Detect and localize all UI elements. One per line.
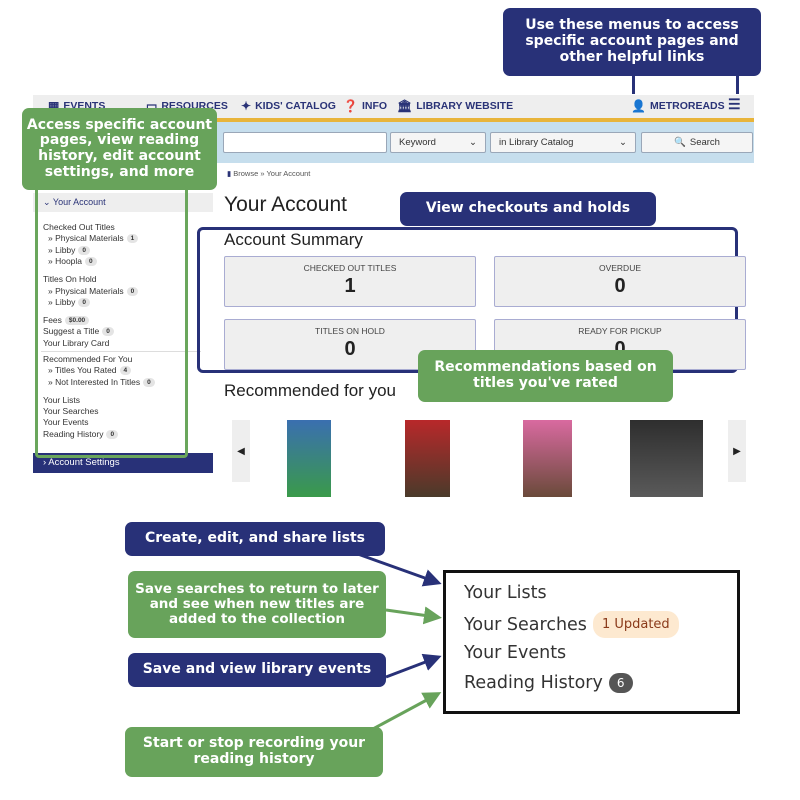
arrow-lists bbox=[354, 551, 442, 587]
zoom-your-events[interactable]: Your Events bbox=[464, 643, 566, 663]
history-count-badge: 6 bbox=[608, 673, 633, 693]
arrow-searches bbox=[385, 606, 442, 625]
zoom-reading-history[interactable]: Reading History 6 bbox=[464, 673, 633, 693]
zoomed-account-links: Your Lists Your Searches 1 Updated Your E… bbox=[443, 570, 740, 714]
arrow-history bbox=[357, 692, 442, 739]
zoom-your-lists[interactable]: Your Lists bbox=[464, 583, 547, 603]
arrow-events bbox=[385, 653, 442, 679]
updated-badge: 1 Updated bbox=[592, 611, 679, 638]
zoom-your-searches[interactable]: Your Searches 1 Updated bbox=[464, 611, 679, 638]
